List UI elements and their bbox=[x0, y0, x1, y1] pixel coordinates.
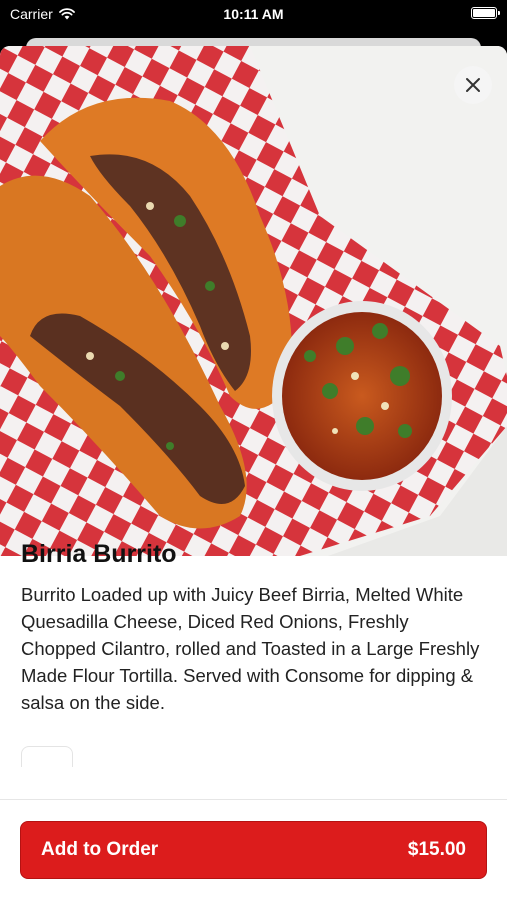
close-icon bbox=[466, 78, 480, 92]
option-card-edge bbox=[21, 746, 73, 767]
close-button[interactable] bbox=[454, 66, 492, 104]
item-price: $15.00 bbox=[407, 839, 466, 860]
add-to-order-button[interactable]: Add to Order $15.00 bbox=[20, 821, 487, 879]
item-photo bbox=[0, 46, 507, 556]
item-description: Burrito Loaded up with Juicy Beef Birria… bbox=[21, 584, 480, 713]
item-info: Birria Burrito Burrito Loaded up with Ju… bbox=[21, 540, 486, 716]
status-bar: Carrier 10:11 AM bbox=[0, 0, 507, 30]
add-to-order-label: Add to Order bbox=[41, 839, 159, 860]
item-title: Birria Burrito bbox=[21, 540, 177, 568]
status-time: 10:11 AM bbox=[223, 6, 284, 22]
battery-icon bbox=[471, 7, 500, 19]
order-footer: Add to Order $15.00 bbox=[0, 799, 507, 900]
item-detail-sheet: Birria Burrito Burrito Loaded up with Ju… bbox=[0, 46, 507, 900]
